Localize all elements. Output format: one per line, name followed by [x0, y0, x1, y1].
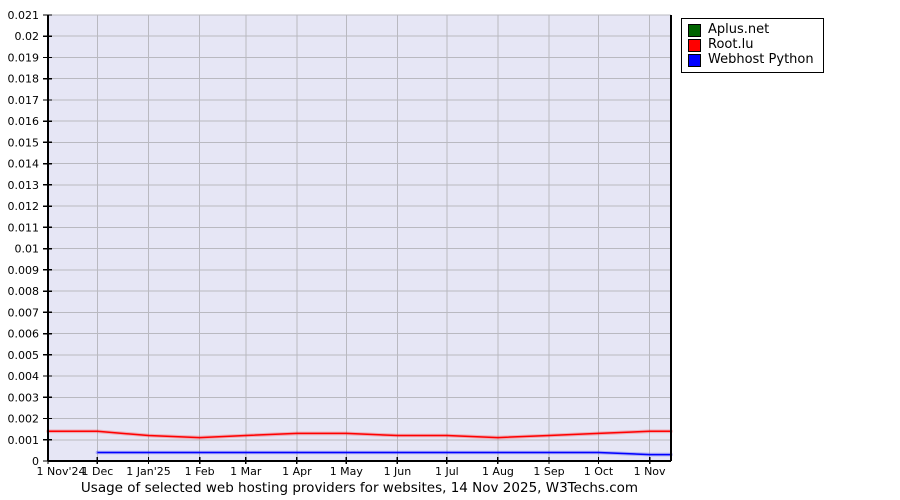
- legend: Aplus.net Root.lu Webhost Python: [681, 18, 824, 73]
- y-tick-label: 0.007: [8, 306, 40, 319]
- x-tick-label: 1 Nov'24: [37, 465, 86, 478]
- x-tick-label: 1 Dec: [82, 465, 114, 478]
- y-tick-label: 0.017: [8, 94, 40, 107]
- legend-swatch-rootlu: [688, 38, 701, 52]
- plot-background: [48, 15, 671, 461]
- y-tick-label: 0.005: [8, 349, 40, 362]
- x-tick-label: 1 Jun: [384, 465, 412, 478]
- x-tick-label: 1 Feb: [185, 465, 215, 478]
- y-tick-label: 0.013: [8, 179, 40, 192]
- y-tick-label: 0.016: [8, 115, 40, 128]
- x-tick-label: 1 Mar: [230, 465, 262, 478]
- y-tick-label: 0.009: [8, 264, 40, 277]
- x-tick-label: 1 May: [330, 465, 364, 478]
- legend-row-aplus: Aplus.net: [688, 23, 814, 37]
- legend-label-rootlu: Root.lu: [708, 37, 754, 52]
- x-tick-label: 1 Jul: [435, 465, 459, 478]
- legend-row-webhost-python: Webhost Python: [688, 53, 814, 67]
- legend-row-rootlu: Root.lu: [688, 38, 814, 52]
- y-tick-label: 0.008: [8, 285, 40, 298]
- y-tick-label: 0.015: [8, 136, 40, 149]
- x-tick-label: 1 Aug: [482, 465, 514, 478]
- y-tick-label: 0.002: [8, 413, 40, 426]
- y-tick-label: 0.011: [8, 221, 40, 234]
- hosting-usage-chart: 0 0.001 0.002 0.003 0.004 0.005 0.006 0.007 0.00…: [0, 0, 900, 500]
- legend-label-aplus: Aplus.net: [708, 22, 770, 37]
- y-tick-label: 0.018: [8, 73, 40, 86]
- chart-caption: Usage of selected web hosting providers …: [80, 480, 639, 496]
- legend-swatch-webhost-python: [688, 53, 701, 67]
- y-tick-label: 0.006: [8, 328, 40, 341]
- x-tick-label: 1 Sep: [533, 465, 564, 478]
- y-tick-label: 0.02: [15, 30, 40, 43]
- x-tick-label: 1 Nov: [634, 465, 666, 478]
- y-tick-label: 0.004: [8, 370, 40, 383]
- x-tick-label: 1 Oct: [584, 465, 614, 478]
- y-tick-label: 0.003: [8, 391, 40, 404]
- y-tick-label: 0.01: [15, 243, 40, 256]
- legend-swatch-aplus: [688, 23, 701, 37]
- y-tick-label: 0.012: [8, 200, 40, 213]
- x-tick-label: 1 Apr: [282, 465, 312, 478]
- y-tick-label: 0.014: [8, 158, 40, 171]
- y-tick-label: 0.021: [8, 9, 40, 22]
- y-tick-label: 0.001: [8, 434, 40, 447]
- y-tick-label: 0.019: [8, 51, 40, 64]
- legend-label-webhost-python: Webhost Python: [708, 52, 814, 67]
- x-tick-label: 1 Jan'25: [126, 465, 170, 478]
